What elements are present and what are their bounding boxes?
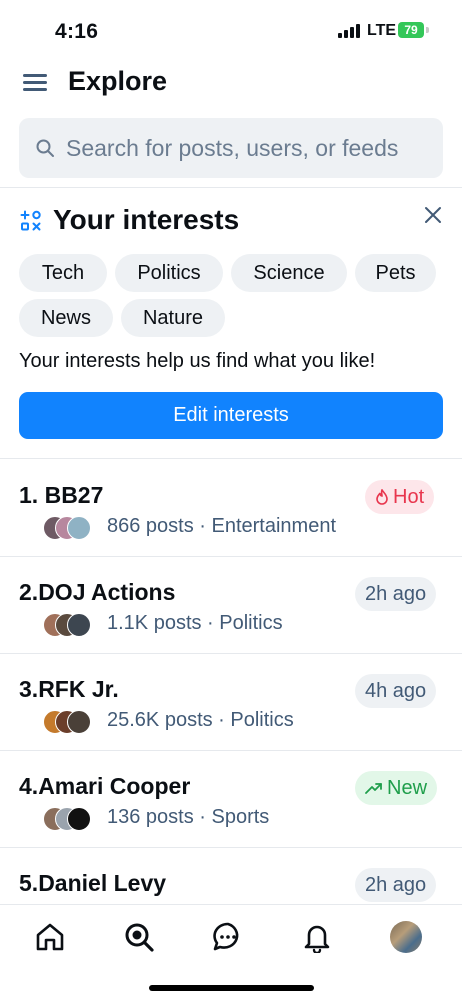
home-icon[interactable]: [34, 921, 66, 953]
trend-meta: 1.1K posts · Politics: [107, 612, 283, 634]
interest-chip-nature[interactable]: Nature: [121, 299, 225, 337]
search-icon: [36, 139, 54, 157]
time-badge: 2h ago: [355, 868, 437, 902]
interest-chip-pets[interactable]: Pets: [355, 254, 436, 292]
battery-tip: [426, 27, 429, 33]
status-time: 4:16: [55, 20, 99, 43]
trend-avatars: [43, 807, 99, 831]
interests-title: Your interests: [53, 204, 240, 235]
home-indicator: [149, 985, 314, 991]
flame-icon: [376, 488, 388, 505]
time-badge: 4h ago: [355, 674, 437, 708]
trend-meta: 25.6K posts · Politics: [107, 709, 294, 731]
hot-badge: Hot: [365, 480, 435, 514]
trend-item[interactable]: 2.DOJ Actions 1.1K posts · Politics 2h a…: [0, 557, 462, 653]
status-bar: 4:16 LTE 79: [0, 0, 462, 60]
header: Explore: [0, 60, 462, 105]
trend-title: 4.Amari Cooper: [19, 773, 191, 799]
divider: [0, 458, 462, 459]
interest-chip-politics[interactable]: Politics: [115, 254, 223, 292]
hamburger-menu-icon[interactable]: [23, 72, 47, 92]
battery-icon: 79: [398, 22, 424, 38]
profile-avatar[interactable]: [390, 921, 422, 953]
trend-item[interactable]: 1. BB27 866 posts · Entertainment Hot: [0, 460, 462, 556]
edit-interests-button[interactable]: Edit interests: [19, 392, 443, 439]
interests-section: Your interests Tech Politics Science Pet…: [0, 188, 462, 458]
trend-meta: 866 posts · Entertainment: [107, 515, 337, 537]
trend-title: 1. BB27: [19, 482, 104, 508]
time-badge: 2h ago: [355, 577, 437, 611]
trend-avatars: [43, 516, 99, 540]
search-icon[interactable]: [123, 921, 155, 953]
new-badge: New: [355, 771, 438, 805]
network-type: LTE: [367, 22, 397, 39]
search-bar[interactable]: [19, 118, 443, 178]
trend-avatars: [43, 613, 99, 637]
interest-chip-tech[interactable]: Tech: [19, 254, 107, 292]
trend-title: 3.RFK Jr.: [19, 676, 119, 702]
close-icon[interactable]: [422, 204, 444, 226]
search-input[interactable]: [66, 118, 436, 178]
trend-avatars: [43, 710, 99, 734]
signal-icon: [338, 24, 362, 38]
trend-title: 5.Daniel Levy: [19, 870, 167, 896]
trending-up-icon: [365, 783, 382, 794]
trend-title: 2.DOJ Actions: [19, 579, 176, 605]
shapes-icon: [20, 210, 41, 231]
trend-item[interactable]: 4.Amari Cooper 136 posts · Sports New: [0, 751, 462, 847]
trend-meta: 136 posts · Sports: [107, 806, 270, 828]
trend-item[interactable]: 3.RFK Jr. 25.6K posts · Politics 4h ago: [0, 654, 462, 750]
interest-chip-science[interactable]: Science: [231, 254, 347, 292]
interests-description: Your interests help us find what you lik…: [19, 350, 376, 372]
notifications-bell-icon[interactable]: [301, 921, 333, 953]
chat-icon[interactable]: [212, 921, 244, 953]
interest-chip-news[interactable]: News: [19, 299, 113, 337]
page-title: Explore: [68, 66, 168, 96]
